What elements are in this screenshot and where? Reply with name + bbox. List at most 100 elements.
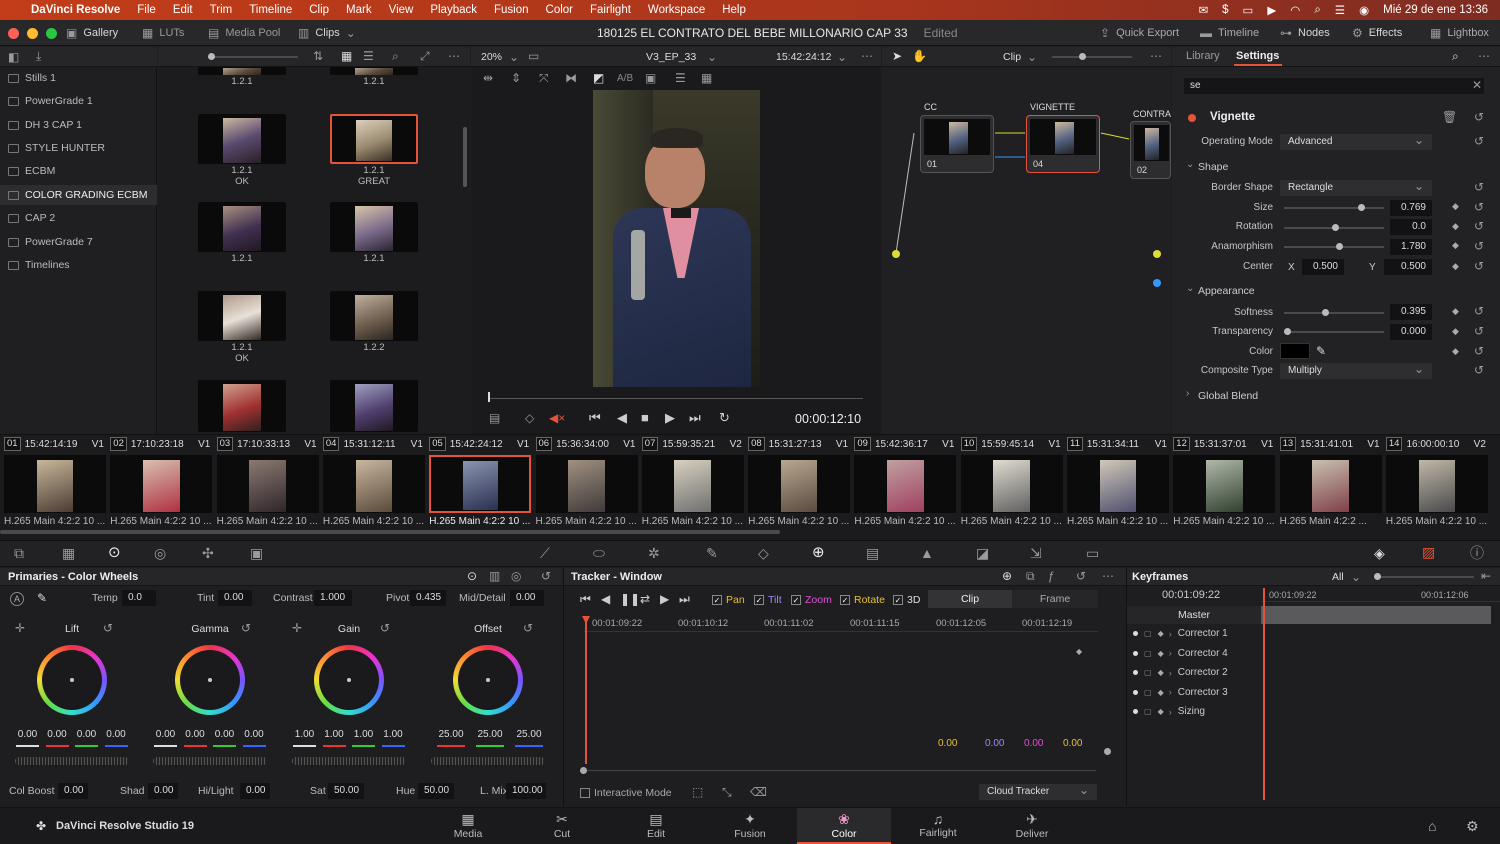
eyedropper-icon[interactable]: ✎ xyxy=(1316,344,1326,358)
menu-help[interactable]: Help xyxy=(722,4,746,16)
script-icon[interactable]: $ xyxy=(1222,4,1228,16)
slider-knob[interactable] xyxy=(1335,243,1343,250)
tracker-ruler[interactable]: 00:01:09:22 00:01:10:12 00:01:11:02 00:0… xyxy=(584,614,1098,632)
reset-icon[interactable]: ↺ xyxy=(1474,364,1484,376)
page-tab-color[interactable]: ❀ Color xyxy=(797,808,891,844)
shape-section-header[interactable]: Shape xyxy=(1198,161,1228,173)
keyframe-icon[interactable]: ◆ xyxy=(1452,221,1459,232)
close-window-button[interactable] xyxy=(8,28,19,39)
size-slider[interactable] xyxy=(1284,204,1384,211)
chevron-right-icon[interactable]: › xyxy=(1169,668,1172,678)
reset-icon[interactable]: ↺ xyxy=(103,622,113,634)
rotation-slider[interactable] xyxy=(1284,224,1384,231)
slider-knob[interactable] xyxy=(1374,573,1381,580)
settings-gear-icon[interactable]: ⚙ xyxy=(1466,818,1479,835)
set-point-icon[interactable]: ⤡ xyxy=(722,786,732,798)
tracker-frame-tab[interactable]: Frame xyxy=(1012,590,1098,608)
lightbox-button[interactable]: ▦ Lightbox xyxy=(1430,20,1489,46)
rgb-mixer-icon[interactable]: ✣ xyxy=(202,546,214,560)
wheel-value[interactable]: 25.00 xyxy=(513,729,545,740)
wheel-value[interactable]: 0.00 xyxy=(73,729,100,740)
viewer-mode-icon[interactable]: ▭ xyxy=(528,50,539,62)
primaries-bars-icon[interactable]: ▥ xyxy=(489,570,500,582)
auto-balance-icon[interactable]: A xyxy=(10,592,24,606)
page-tab-edit[interactable]: ▤ Edit xyxy=(609,808,703,844)
menu-file[interactable]: File xyxy=(137,4,156,16)
page-tab-media[interactable]: ▦ Media xyxy=(421,808,515,844)
still-thumbnail[interactable] xyxy=(330,202,418,252)
slider-knob[interactable] xyxy=(1284,328,1291,335)
download-icon[interactable]: ⤓ xyxy=(36,50,41,62)
chevron-down-icon[interactable]: ⌄ xyxy=(1186,284,1194,294)
menu-fairlight[interactable]: Fairlight xyxy=(590,4,631,16)
transparency-slider[interactable] xyxy=(1284,328,1384,335)
clear-search-icon[interactable]: ✕ xyxy=(1472,79,1482,91)
rotate-checkbox[interactable]: ✓ Rotate xyxy=(840,594,885,606)
split-icon[interactable]: ⇕ xyxy=(511,72,521,84)
size-value[interactable]: 0.769 xyxy=(1390,200,1432,216)
sort-icon[interactable]: ⇅ xyxy=(313,50,323,62)
enable-dot[interactable] xyxy=(1133,631,1138,636)
tint-value[interactable]: 0.00 xyxy=(218,590,252,606)
clip-thumbnail-item[interactable]: 11 15:31:34:11 V1 H.265 Main 4:2:2 10 ... xyxy=(1067,436,1173,532)
track-pause-icon[interactable]: ❚❚ xyxy=(620,592,640,606)
reset-icon[interactable]: ↺ xyxy=(541,570,551,582)
clip-thumbnail-item[interactable]: 09 15:42:36:17 V1 H.265 Main 4:2:2 10 ... xyxy=(854,436,960,532)
jump-end-icon[interactable]: ⏭ xyxy=(689,411,701,424)
color-warper-icon[interactable]: ⬭ xyxy=(593,546,605,560)
control-center-icon[interactable]: ☰ xyxy=(1335,3,1345,17)
settings-search-input[interactable]: se xyxy=(1184,78,1484,94)
keyframe-icon[interactable]: ◆ xyxy=(1158,649,1164,658)
eyedropper-icon[interactable]: ✎ xyxy=(706,546,718,560)
album-item[interactable]: ECBM xyxy=(8,161,55,181)
clip-thumbnail-item[interactable]: 05 15:42:24:12 V1 H.265 Main 4:2:2 10 ... xyxy=(429,436,535,532)
wheel-puck[interactable] xyxy=(208,678,212,682)
slider-knob[interactable] xyxy=(1321,309,1329,316)
album-item[interactable]: CAP 2 xyxy=(8,208,55,228)
more-options-icon[interactable]: ⋯ xyxy=(861,50,873,62)
menu-view[interactable]: View xyxy=(389,4,414,16)
blur-icon[interactable]: ▲ xyxy=(920,546,934,560)
clip-thumbnail-item[interactable]: 01 15:42:14:19 V1 H.265 Main 4:2:2 10 ... xyxy=(4,436,110,532)
still-thumbnail[interactable] xyxy=(330,380,418,432)
expand-icon[interactable]: ⇤ xyxy=(1481,570,1491,582)
album-item[interactable]: PowerGrade 1 xyxy=(8,91,93,111)
composite-type-dropdown[interactable]: Multiply ⌄ xyxy=(1280,363,1432,379)
chevron-right-icon[interactable]: › xyxy=(1169,707,1172,717)
mid-detail-value[interactable]: 0.00 xyxy=(510,590,544,606)
tracker-clip-tab[interactable]: Clip xyxy=(928,590,1012,608)
color-wheel-gamma[interactable] xyxy=(175,645,245,715)
clip-strip-scrollbar[interactable] xyxy=(0,530,780,534)
center-y-value[interactable]: 0.500 xyxy=(1384,259,1432,275)
menu-timeline[interactable]: Timeline xyxy=(249,4,292,16)
media-pool-button[interactable]: ▤ Media Pool xyxy=(208,20,280,46)
center-x-value[interactable]: 0.500 xyxy=(1302,259,1344,275)
stills-scrollbar[interactable] xyxy=(463,127,467,187)
keyframe-icon[interactable]: ◆ xyxy=(1452,306,1459,317)
wheel-value[interactable]: 0.00 xyxy=(241,729,268,740)
keyframe-icon[interactable]: ◆ xyxy=(1452,346,1459,357)
delete-point-icon[interactable]: ⌫ xyxy=(750,786,767,798)
wheel-puck[interactable] xyxy=(347,678,351,682)
album-item[interactable]: Stills 1 xyxy=(8,68,56,88)
color-wheel-gain[interactable] xyxy=(314,645,384,715)
menu-mark[interactable]: Mark xyxy=(346,4,372,16)
lock-icon[interactable]: ▢ xyxy=(1144,649,1152,658)
color-match-icon[interactable]: ▦ xyxy=(62,546,75,560)
wheel-value[interactable]: 0.00 xyxy=(182,729,209,740)
insert-point-icon[interactable]: ⬚ xyxy=(692,786,703,798)
menu-color[interactable]: Color xyxy=(546,4,573,16)
appearance-section-header[interactable]: Appearance xyxy=(1198,285,1255,297)
track-backward-icon[interactable]: ⏮ xyxy=(580,592,591,607)
still-thumbnail[interactable] xyxy=(330,291,418,341)
keyframe-icon[interactable]: ◆ xyxy=(1452,261,1459,272)
keyframe-icon[interactable]: ◆ xyxy=(1452,201,1459,212)
clip-thumbnail-item[interactable]: 02 17:10:23:18 V1 H.265 Main 4:2:2 10 ... xyxy=(110,436,216,532)
wifi-icon[interactable]: ◠ xyxy=(1290,3,1300,17)
keyframe-icon[interactable]: ◆ xyxy=(1158,688,1164,697)
viewer-timecode[interactable]: 15:42:24:12 xyxy=(776,51,831,63)
interactive-mode-checkbox[interactable]: Interactive Mode xyxy=(580,787,672,799)
album-item[interactable]: Timelines xyxy=(8,255,70,275)
zoom-checkbox[interactable]: ✓ Zoom xyxy=(791,594,832,606)
rotation-value[interactable]: 0.0 xyxy=(1390,219,1432,235)
